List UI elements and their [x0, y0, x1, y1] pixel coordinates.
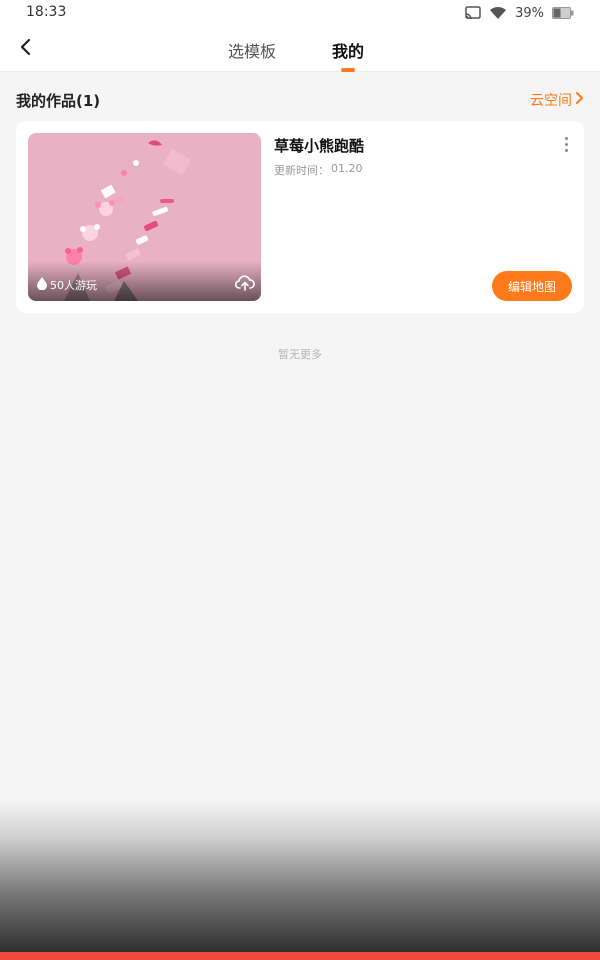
more-vertical-icon[interactable] [560, 135, 572, 153]
status-time: 18:33 [26, 4, 67, 20]
battery-icon [552, 7, 574, 19]
section-title: 我的作品(1) [16, 92, 101, 110]
status-icons: 39% [465, 4, 574, 22]
bottom-bar [0, 952, 600, 960]
back-button[interactable] [10, 34, 40, 64]
battery-percent: 39% [515, 5, 544, 21]
updated-value: 01.20 [331, 162, 363, 175]
cloud-space-label: 云空间 [530, 93, 572, 109]
cast-icon [465, 6, 481, 20]
play-count: 50人游玩 [37, 277, 97, 293]
chevron-right-icon [574, 91, 584, 109]
active-tab-indicator [341, 68, 355, 72]
work-updated: 更新时间： 01.20 [274, 162, 363, 178]
updated-label: 更新时间： [274, 164, 329, 177]
work-card[interactable]: 50人游玩 草莓小熊跑酷 更新时间： 01.20 编辑地图 [16, 121, 584, 313]
work-title: 草莓小熊跑酷 [274, 137, 365, 155]
cloud-space-link[interactable]: 云空间 [530, 90, 584, 110]
edit-map-button[interactable]: 编辑地图 [492, 271, 572, 301]
bottom-fade [0, 800, 600, 952]
play-count-label: 50人游玩 [50, 279, 97, 292]
work-thumbnail[interactable]: 50人游玩 [28, 133, 261, 301]
drop-icon [37, 277, 47, 293]
status-bar: 18:33 39% [0, 0, 600, 26]
wifi-icon [489, 6, 507, 20]
tab-templates[interactable]: 选模板 [228, 38, 276, 62]
back-arrow-icon [18, 38, 32, 60]
cloud-upload-icon[interactable] [234, 275, 255, 295]
tab-mine[interactable]: 我的 [332, 38, 364, 62]
top-navbar: 选模板 我的 [0, 26, 600, 72]
no-more-text: 暂无更多 [278, 348, 322, 361]
